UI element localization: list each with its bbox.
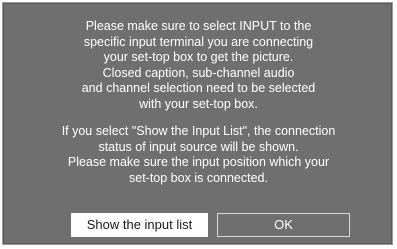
message-line: Closed caption, sub-channel audio bbox=[102, 65, 295, 80]
message-line: Please make sure the input position whic… bbox=[67, 155, 330, 170]
set-top-box-instructions: Please make sure to select INPUT to the … bbox=[3, 19, 394, 113]
message-line: set-top box is connected. bbox=[129, 170, 268, 185]
input-notice-dialog: Please make sure to select INPUT to the … bbox=[2, 2, 393, 245]
show-input-list-button[interactable]: Show the input list bbox=[71, 213, 208, 237]
message-line: status of input source will be shown. bbox=[98, 139, 299, 154]
ok-button[interactable]: OK bbox=[217, 213, 350, 237]
message-line: If you select "Show the Input List", the… bbox=[61, 124, 336, 138]
message-line: specific input terminal you are connecti… bbox=[83, 34, 314, 49]
message-line: with your set-top box. bbox=[139, 96, 258, 111]
input-list-explanation: If you select "Show the Input List", the… bbox=[3, 124, 394, 186]
message-line: your set-top box to get the picture. bbox=[103, 50, 294, 65]
message-line: Please make sure to select INPUT to the bbox=[85, 19, 312, 33]
message-line: and channel selection need to be selecte… bbox=[81, 81, 316, 96]
